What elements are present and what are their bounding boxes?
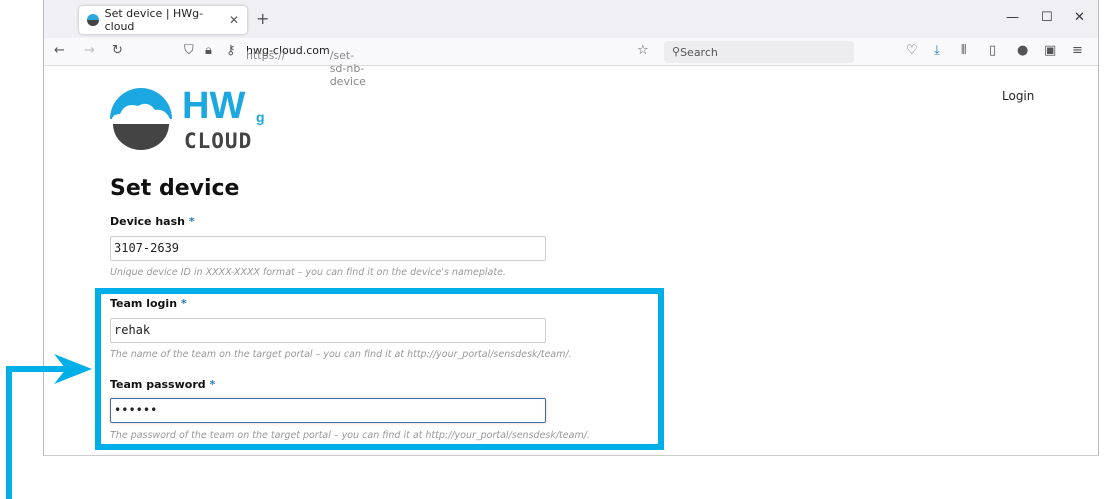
pocket-icon[interactable]: ♡ (906, 43, 918, 58)
account-icon[interactable]: ● (1017, 43, 1028, 58)
library-icon[interactable]: ⫴ (961, 43, 966, 58)
page-title: Set device (110, 176, 240, 201)
shield-icon[interactable]: ⛉ (184, 43, 194, 58)
close-window-icon[interactable]: ✕ (1074, 10, 1085, 25)
reload-icon[interactable]: ↻ (112, 43, 123, 58)
nav-toolbar: ← → ↻ ⛉ 🔒︎ ⚷ https://hwg-cloud.com/set-s… (44, 38, 1098, 88)
device-hash-input[interactable]: 3107-2639 (110, 236, 546, 261)
login-link[interactable]: Login (1002, 89, 1034, 103)
annotation-arrow-line (6, 366, 12, 499)
annotation-arrowhead-icon (54, 354, 92, 384)
forward-icon[interactable]: → (84, 43, 95, 58)
url-bar[interactable]: https://hwg-cloud.com/set-sd-nb-device (246, 44, 366, 88)
favicon-icon (87, 14, 99, 26)
download-icon[interactable]: ⤓ (934, 43, 940, 58)
bookmark-star-icon[interactable]: ☆ (637, 43, 649, 58)
extension-icon[interactable]: ▣ (1044, 43, 1056, 58)
highlight-box (95, 288, 664, 450)
hwg-cloud-logo[interactable]: HW g CLOUD (110, 85, 272, 154)
tab-title: Set device | HWg-cloud (104, 7, 204, 33)
svg-text:HW: HW (182, 88, 245, 127)
device-hash-hint: Unique device ID in XXXX-XXXX format – y… (110, 267, 506, 278)
close-tab-icon[interactable]: ✕ (229, 13, 239, 27)
search-input[interactable]: ⚲ Search (664, 41, 854, 63)
device-hash-label: Device hash * (110, 215, 195, 228)
new-tab-icon[interactable]: + (256, 9, 269, 28)
tab-bar: Set device | HWg-cloud ✕ + — ☐ ✕ (44, 0, 1098, 38)
svg-text:CLOUD: CLOUD (184, 129, 252, 150)
minimize-icon[interactable]: — (1006, 10, 1019, 25)
svg-text:g: g (256, 109, 265, 125)
key-icon[interactable]: ⚷ (226, 43, 236, 58)
back-icon[interactable]: ← (54, 43, 65, 58)
sidebar-icon[interactable]: ▯ (989, 43, 996, 58)
maximize-icon[interactable]: ☐ (1041, 10, 1053, 25)
lock-icon[interactable]: 🔒︎ (205, 43, 212, 58)
menu-icon[interactable]: ≡ (1072, 43, 1083, 58)
tab-set-device[interactable]: Set device | HWg-cloud ✕ (79, 6, 247, 34)
